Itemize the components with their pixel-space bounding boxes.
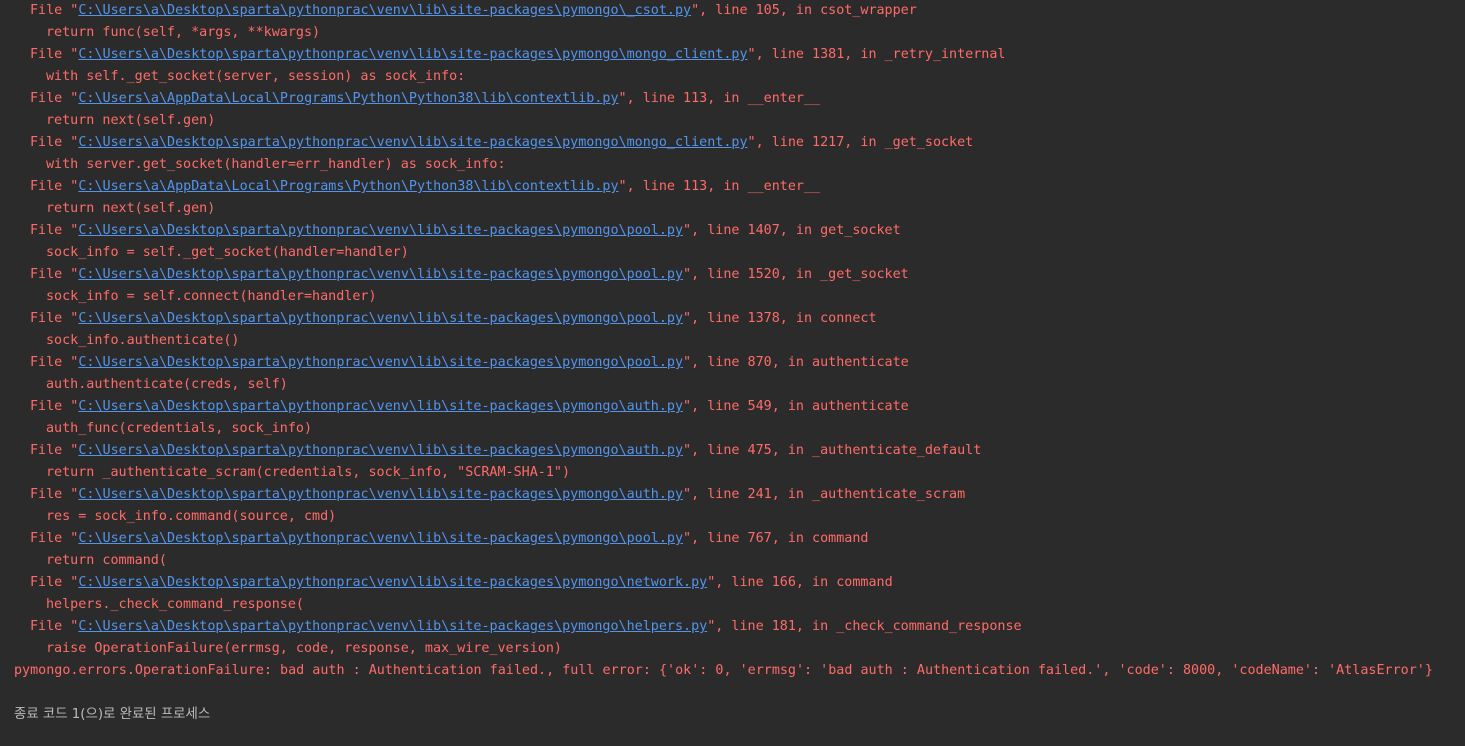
traceback-code-line: helpers._check_command_response( xyxy=(46,597,304,612)
file-prefix: File " xyxy=(30,487,79,502)
line-info: ", line 1217, in _get_socket xyxy=(747,135,974,150)
traceback-file-line: File "C:\Users\a\Desktop\sparta\pythonpr… xyxy=(14,44,1465,66)
file-path-link[interactable]: C:\Users\a\Desktop\sparta\pythonprac\ven… xyxy=(78,619,707,634)
file-prefix: File " xyxy=(30,91,79,106)
traceback-file-line: File "C:\Users\a\Desktop\sparta\pythonpr… xyxy=(14,0,1465,22)
run-console-output: File "C:\Users\a\Desktop\sparta\pythonpr… xyxy=(0,0,1465,726)
line-info: ", line 870, in authenticate xyxy=(683,355,909,370)
process-exit-message: 종료 코드 1(으)로 완료된 프로세스 xyxy=(14,707,211,722)
traceback-code-line: sock_info = self.connect(handler=handler… xyxy=(46,289,377,304)
file-prefix: File " xyxy=(30,223,79,238)
file-path-link[interactable]: C:\Users\a\Desktop\sparta\pythonprac\ven… xyxy=(78,47,747,62)
line-info: ", line 113, in __enter__ xyxy=(618,91,821,106)
file-path-link[interactable]: C:\Users\a\Desktop\sparta\pythonprac\ven… xyxy=(78,135,747,150)
line-info: ", line 113, in __enter__ xyxy=(618,179,821,194)
traceback-code-line: auth.authenticate(creds, self) xyxy=(46,377,288,392)
file-prefix: File " xyxy=(30,311,79,326)
traceback-code-line: with server.get_socket(handler=err_handl… xyxy=(46,157,506,172)
traceback-file-line: File "C:\Users\a\Desktop\sparta\pythonpr… xyxy=(14,616,1465,638)
traceback-file-line: File "C:\Users\a\Desktop\sparta\pythonpr… xyxy=(14,528,1465,550)
traceback-code-line: raise OperationFailure(errmsg, code, res… xyxy=(46,641,562,656)
line-info: ", line 767, in command xyxy=(683,531,869,546)
file-prefix: File " xyxy=(30,531,79,546)
line-info: ", line 1381, in _retry_internal xyxy=(747,47,1006,62)
traceback-code-line: res = sock_info.command(source, cmd) xyxy=(46,509,337,524)
line-info: ", line 549, in authenticate xyxy=(683,399,909,414)
file-prefix: File " xyxy=(30,179,79,194)
traceback-code-line: sock_info = self._get_socket(handler=han… xyxy=(46,245,409,260)
traceback-code-line: return _authenticate_scram(credentials, … xyxy=(46,465,571,480)
traceback-file-line: File "C:\Users\a\AppData\Local\Programs\… xyxy=(14,88,1465,110)
traceback-code-line: return command( xyxy=(46,553,167,568)
file-path-link[interactable]: C:\Users\a\Desktop\sparta\pythonprac\ven… xyxy=(78,267,683,282)
line-info: ", line 475, in _authenticate_default xyxy=(683,443,982,458)
traceback-file-line: File "C:\Users\a\Desktop\sparta\pythonpr… xyxy=(14,264,1465,286)
traceback-code-line: return next(self.gen) xyxy=(46,113,216,128)
line-info: ", line 1378, in connect xyxy=(683,311,877,326)
traceback-file-line: File "C:\Users\a\Desktop\sparta\pythonpr… xyxy=(14,132,1465,154)
traceback-file-line: File "C:\Users\a\Desktop\sparta\pythonpr… xyxy=(14,352,1465,374)
traceback-file-line: File "C:\Users\a\Desktop\sparta\pythonpr… xyxy=(14,396,1465,418)
file-path-link[interactable]: C:\Users\a\Desktop\sparta\pythonprac\ven… xyxy=(78,3,691,18)
line-info: ", line 166, in command xyxy=(707,575,893,590)
traceback-code-line: auth_func(credentials, sock_info) xyxy=(46,421,313,436)
file-prefix: File " xyxy=(30,135,79,150)
traceback-file-line: File "C:\Users\a\Desktop\sparta\pythonpr… xyxy=(14,220,1465,242)
line-info: ", line 1520, in _get_socket xyxy=(683,267,909,282)
file-prefix: File " xyxy=(30,619,79,634)
file-prefix: File " xyxy=(30,575,79,590)
traceback-code-line: with self._get_socket(server, session) a… xyxy=(46,69,466,84)
traceback-file-line: File "C:\Users\a\Desktop\sparta\pythonpr… xyxy=(14,484,1465,506)
traceback-file-line: File "C:\Users\a\Desktop\sparta\pythonpr… xyxy=(14,308,1465,330)
line-info: ", line 181, in _check_command_response xyxy=(707,619,1022,634)
file-prefix: File " xyxy=(30,47,79,62)
line-info: ", line 105, in csot_wrapper xyxy=(691,3,917,18)
traceback-file-line: File "C:\Users\a\Desktop\sparta\pythonpr… xyxy=(14,440,1465,462)
traceback-code-line: return func(self, *args, **kwargs) xyxy=(46,25,321,40)
error-message: pymongo.errors.OperationFailure: bad aut… xyxy=(14,663,1433,678)
file-path-link[interactable]: C:\Users\a\AppData\Local\Programs\Python… xyxy=(78,91,618,106)
line-info: ", line 1407, in get_socket xyxy=(683,223,901,238)
file-path-link[interactable]: C:\Users\a\Desktop\sparta\pythonprac\ven… xyxy=(78,399,683,414)
file-path-link[interactable]: C:\Users\a\Desktop\sparta\pythonprac\ven… xyxy=(78,487,683,502)
file-path-link[interactable]: C:\Users\a\Desktop\sparta\pythonprac\ven… xyxy=(78,223,683,238)
file-path-link[interactable]: C:\Users\a\Desktop\sparta\pythonprac\ven… xyxy=(78,311,683,326)
file-path-link[interactable]: C:\Users\a\Desktop\sparta\pythonprac\ven… xyxy=(78,531,683,546)
traceback-code-line: return next(self.gen) xyxy=(46,201,216,216)
file-path-link[interactable]: C:\Users\a\Desktop\sparta\pythonprac\ven… xyxy=(78,443,683,458)
file-path-link[interactable]: C:\Users\a\Desktop\sparta\pythonprac\ven… xyxy=(78,355,683,370)
traceback-file-line: File "C:\Users\a\Desktop\sparta\pythonpr… xyxy=(14,572,1465,594)
file-path-link[interactable]: C:\Users\a\AppData\Local\Programs\Python… xyxy=(78,179,618,194)
file-prefix: File " xyxy=(30,3,79,18)
file-prefix: File " xyxy=(30,443,79,458)
file-path-link[interactable]: C:\Users\a\Desktop\sparta\pythonprac\ven… xyxy=(78,575,707,590)
file-prefix: File " xyxy=(30,399,79,414)
traceback-code-line: sock_info.authenticate() xyxy=(46,333,240,348)
line-info: ", line 241, in _authenticate_scram xyxy=(683,487,966,502)
traceback-file-line: File "C:\Users\a\AppData\Local\Programs\… xyxy=(14,176,1465,198)
file-prefix: File " xyxy=(30,267,79,282)
file-prefix: File " xyxy=(30,355,79,370)
